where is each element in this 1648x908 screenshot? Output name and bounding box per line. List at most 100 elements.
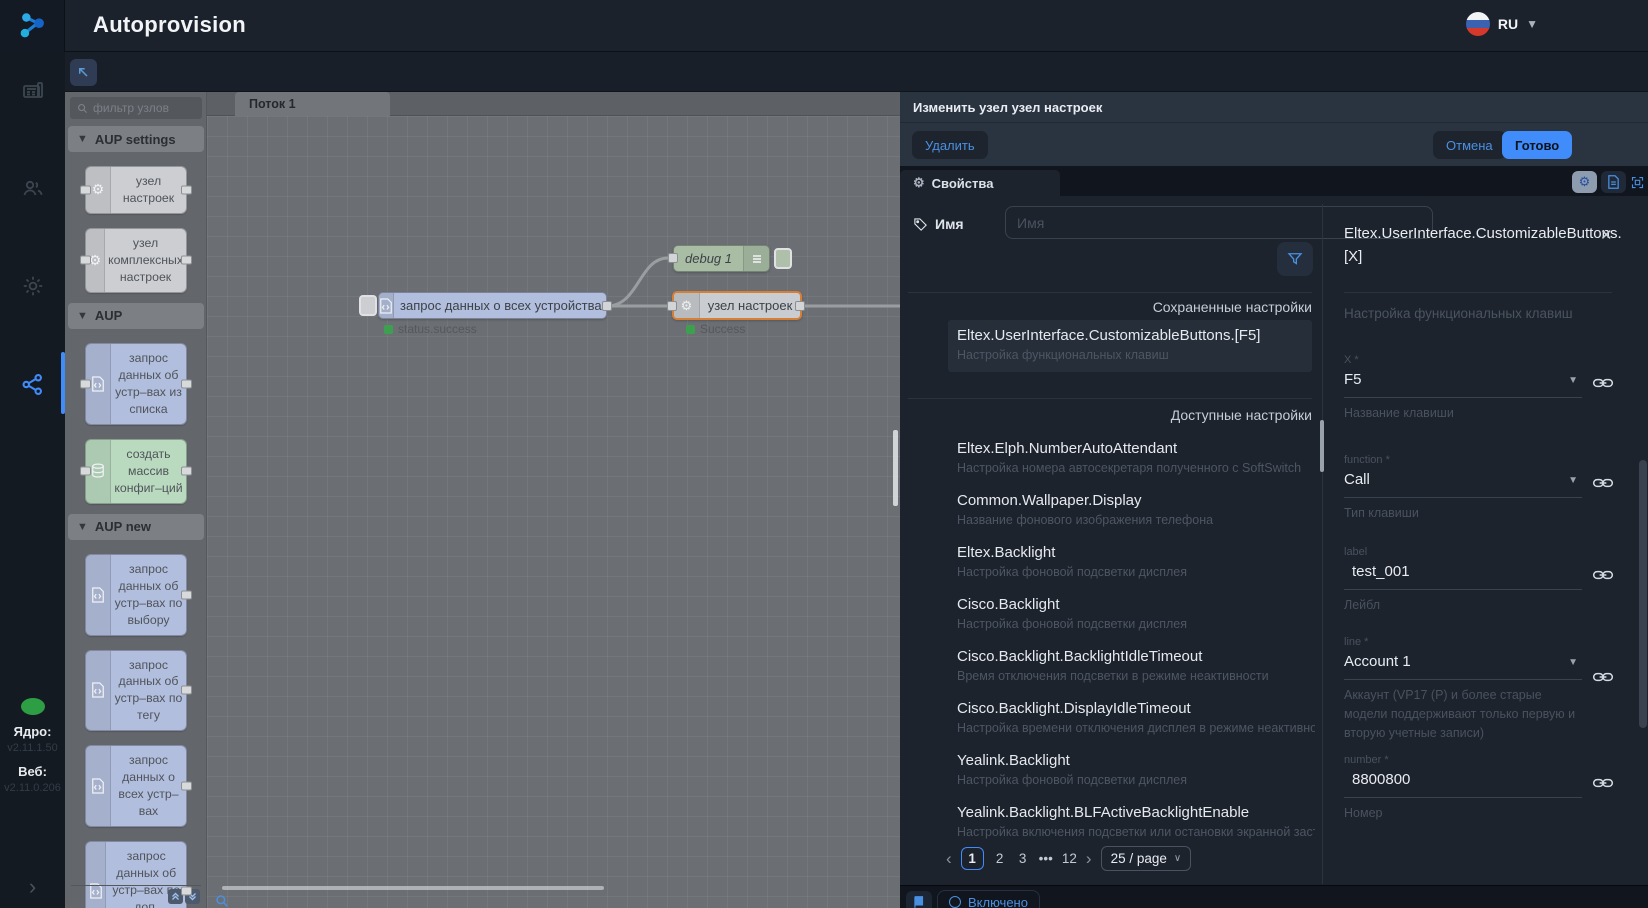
frame-icon [1631,176,1643,188]
detail-scrollbar-thumb[interactable] [1320,420,1324,472]
docs-button[interactable] [906,891,932,908]
chevron-down-icon: ▼ [1568,475,1578,486]
node-status: Success [686,322,745,336]
output-port[interactable] [181,886,192,896]
prev-page-button[interactable]: ‹ [946,850,952,867]
output-port[interactable] [602,301,612,311]
language-selector[interactable]: RU ▼ [1465,12,1538,36]
palette-node[interactable]: запрос данных об устр–вах по тегу [85,649,192,732]
field-label: label Лейбл [1344,546,1582,615]
palette-node[interactable]: запрос данных об устр–вах по выбору [85,553,192,636]
delete-button[interactable]: Удалить [912,131,988,159]
output-port[interactable] [181,466,192,476]
available-setting-item[interactable]: Cisco.Backlight.DisplayIdleTimeout Настр… [957,700,1315,735]
inject-button[interactable] [359,295,377,316]
sidebar-item-users[interactable] [0,168,65,208]
saved-setting-item[interactable]: Eltex.UserInterface.CustomizableButtons.… [948,320,1312,372]
output-port[interactable] [181,379,192,389]
available-setting-item[interactable]: Eltex.Elph.NumberAutoAttendant Настройка… [957,440,1315,475]
properties-view-button[interactable]: ⚙ [1572,171,1597,193]
available-setting-item[interactable]: Common.Wallpaper.Display Название фоново… [957,492,1315,527]
link-icon[interactable] [1592,474,1614,492]
x-select[interactable]: F5 ▼ [1344,369,1582,398]
available-setting-item[interactable]: Eltex.Backlight Настройка фоновой подсве… [957,544,1315,579]
description-view-button[interactable] [1601,171,1626,193]
flow-canvas[interactable]: Поток 1 debug 1 запрос данных о всех уст… [207,92,900,908]
users-icon [23,180,42,196]
input-port[interactable] [80,255,91,265]
tab-flow-1[interactable]: Поток 1 [235,92,390,116]
page-ellipsis[interactable]: ••• [1039,851,1053,866]
input-port[interactable] [80,185,91,195]
status-dot [384,324,393,334]
number-input-wrap [1344,769,1582,798]
label-input[interactable] [1344,563,1582,580]
cancel-button[interactable]: Отмена [1433,131,1506,159]
palette-filter-input[interactable]: фильтр узлов [70,97,202,119]
filter-settings-button[interactable] [1277,242,1313,276]
input-port[interactable] [667,301,677,311]
page-3-button[interactable]: 3 [1016,851,1030,866]
enabled-toggle-button[interactable]: Включено [937,890,1040,908]
page-2-button[interactable]: 2 [993,851,1007,866]
output-port[interactable] [181,685,192,695]
double-chevron-up-icon [172,892,179,900]
output-port[interactable] [795,301,805,311]
canvas-grid[interactable]: debug 1 запрос данных о всех устройствах… [207,116,900,908]
function-select[interactable]: Call ▼ [1344,469,1582,498]
line-select[interactable]: Account 1 ▼ [1344,651,1582,680]
next-page-button[interactable]: › [1086,850,1092,867]
available-setting-item[interactable]: Cisco.Backlight.BacklightIdleTimeout Вре… [957,648,1315,683]
canvas-vertical-scrollbar[interactable] [893,430,898,506]
available-setting-item[interactable]: Cisco.Backlight Настройка фоновой подсве… [957,596,1315,631]
palette-node[interactable]: ⚙ узел настроек [80,166,192,214]
palette-node[interactable]: запрос данных о всех устр–вах [85,745,192,828]
link-icon[interactable] [1592,374,1614,392]
app-logo[interactable] [0,0,65,52]
palette-node[interactable]: создать массив конфиг–ций [80,438,192,504]
close-icon[interactable]: ✕ [1600,226,1613,244]
pointer-tool-button[interactable] [70,59,97,86]
app-window: Autoprovision RU ▼ Ядро: v2.11.1.50 Веб:… [0,0,1648,908]
field-function: function * Call ▼ Тип клавиши [1344,454,1582,523]
link-icon[interactable] [1592,668,1614,686]
available-setting-item[interactable]: Yealink.Backlight.BLFActiveBacklightEnab… [957,804,1315,839]
input-port[interactable] [80,379,91,389]
palette-node[interactable]: запрос данных об устр–вах из списка [80,342,192,425]
input-port[interactable] [80,466,91,476]
output-port[interactable] [181,781,192,791]
canvas-horizontal-scrollbar[interactable] [222,886,604,890]
palette-category-aup-settings[interactable]: ▼ AUP settings [68,126,204,152]
node-settings-selected[interactable]: ⚙ узел настроек [672,291,802,320]
debug-toggle-button[interactable] [774,248,792,269]
expand-sidebar-button[interactable]: › [0,874,65,900]
sidebar-item-flows[interactable] [0,364,65,404]
page-1-button[interactable]: 1 [960,847,984,870]
node-request-all-devices[interactable]: запрос данных о всех устройствах [378,292,608,319]
available-setting-item[interactable]: Yealink.Backlight Настройка фоновой подс… [957,752,1315,787]
palette-node[interactable]: ⚙ узел комплексных настроек [80,227,192,293]
tab-properties[interactable]: ⚙ Свойства [900,170,1060,196]
canvas-search-button[interactable] [213,892,231,908]
palette-category-aup-new[interactable]: ▼ AUP new [68,513,204,540]
output-port[interactable] [181,255,192,265]
node-debug[interactable]: debug 1 [673,245,770,272]
number-input[interactable] [1344,771,1582,788]
node-editor-panel: Изменить узел узел настроек Удалить Отме… [900,92,1648,908]
page-size-select[interactable]: 25 / page ∨ [1100,846,1192,871]
appearance-view-button[interactable] [1626,171,1648,193]
output-port[interactable] [181,185,192,195]
page-12-button[interactable]: 12 [1062,851,1077,866]
output-port[interactable] [181,590,192,600]
done-button[interactable]: Готово [1502,131,1573,159]
input-port[interactable] [668,253,678,263]
palette-category-aup[interactable]: ▼ AUP [68,302,204,329]
panel-scrollbar-thumb[interactable] [1639,460,1647,728]
saved-settings-section-label: Сохраненные настройки [1152,299,1312,315]
link-icon[interactable] [1592,774,1614,792]
link-icon[interactable] [1592,566,1614,584]
sidebar-item-devices[interactable] [0,70,65,110]
gear-icon: ⚙ [674,293,700,318]
chevron-down-icon: ▼ [1568,657,1578,668]
sidebar-item-settings[interactable] [0,266,65,306]
